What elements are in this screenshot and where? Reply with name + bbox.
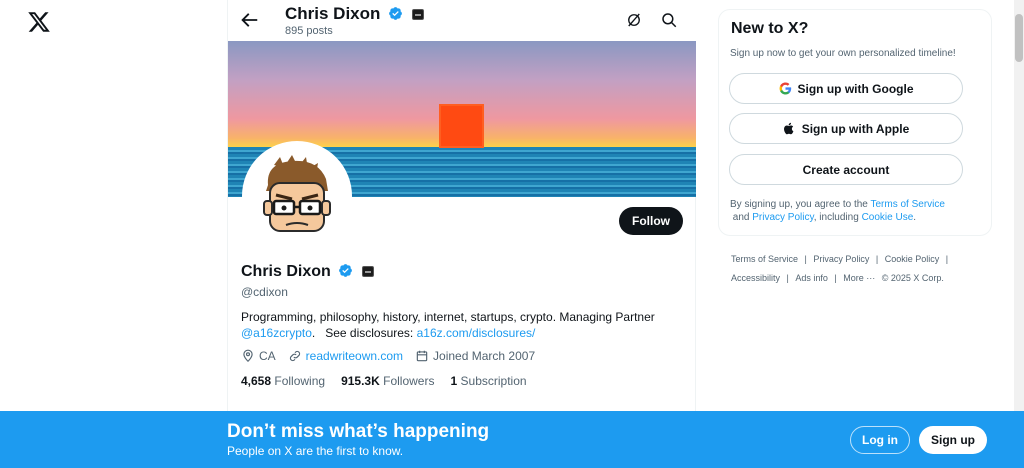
- profile-bio: Programming, philosophy, history, intern…: [241, 309, 681, 341]
- terms-and: and: [730, 212, 753, 223]
- profile-column: Chris Dixon 895 posts Follow Chris Dixon…: [227, 0, 696, 468]
- followers-count: 915.3K: [341, 374, 380, 388]
- link-icon: [289, 350, 300, 362]
- profile-handle: @cdixon: [241, 285, 288, 299]
- website-item[interactable]: readwriteown.com: [288, 349, 403, 363]
- login-button[interactable]: Log in: [850, 426, 910, 454]
- footer-more-link[interactable]: More ···: [843, 273, 875, 283]
- signup-terms: By signing up, you agree to the Terms of…: [730, 198, 982, 224]
- location-pin-icon: [243, 349, 253, 363]
- follow-button[interactable]: Follow: [619, 207, 683, 235]
- location-text: CA: [259, 349, 276, 363]
- footer-accessibility-link[interactable]: Accessibility: [731, 273, 780, 283]
- verified-badge-icon: [388, 6, 403, 21]
- create-account-button[interactable]: Create account: [729, 154, 963, 185]
- grok-icon[interactable]: [625, 11, 643, 29]
- subscription-count: 1: [450, 374, 458, 388]
- terms-link[interactable]: Terms of Service: [870, 199, 944, 210]
- subscription-stat[interactable]: 1 Subscription: [450, 374, 526, 388]
- signup-card: New to X? Sign up now to get your own pe…: [718, 9, 992, 236]
- profile-stats: 4,658 Following 915.3K Followers 1 Subsc…: [241, 374, 543, 388]
- apple-icon: [783, 122, 794, 135]
- footer-cookie-link[interactable]: Cookie Policy: [885, 254, 940, 264]
- scrollbar-thumb[interactable]: [1015, 14, 1023, 62]
- affiliate-badge-icon: [411, 9, 424, 20]
- verified-badge-icon: [338, 263, 353, 278]
- signup-apple-button[interactable]: Sign up with Apple: [729, 113, 963, 144]
- page-scrollbar[interactable]: [1014, 0, 1024, 411]
- followers-label: Followers: [383, 374, 435, 388]
- post-count: 895 posts: [285, 25, 333, 37]
- back-arrow-icon[interactable]: [238, 9, 260, 31]
- bottom-signup-bar: Don’t miss what’s happening People on X …: [0, 411, 1024, 468]
- website-link[interactable]: readwriteown.com: [306, 349, 403, 363]
- cookie-link[interactable]: Cookie Use: [862, 212, 914, 223]
- banner-sun-square: [439, 104, 484, 148]
- footer-links: Terms of Service | Privacy Policy | Cook…: [731, 254, 949, 283]
- avatar[interactable]: [242, 141, 352, 251]
- google-icon: [779, 82, 791, 95]
- signup-button[interactable]: Sign up: [919, 426, 987, 454]
- signup-card-subtitle: Sign up now to get your own personalized…: [730, 48, 956, 59]
- following-count: 4,658: [241, 374, 272, 388]
- bio-mention-link[interactable]: @a16zcrypto: [241, 326, 312, 340]
- footer-ads-link[interactable]: Ads info: [795, 273, 828, 283]
- terms-prefix: By signing up, you agree to the: [730, 199, 871, 210]
- signup-apple-label: Sign up with Apple: [801, 121, 910, 136]
- privacy-link[interactable]: Privacy Policy: [752, 212, 814, 223]
- create-account-label: Create account: [802, 162, 890, 177]
- location-item: CA: [241, 349, 276, 363]
- bio-disclosures-prefix: . See disclosures:: [311, 326, 417, 340]
- joined-text: Joined March 2007: [433, 349, 536, 363]
- bio-disclosures-link[interactable]: a16z.com/disclosures/: [417, 326, 536, 340]
- terms-including: , including: [813, 212, 862, 223]
- subscription-label: Subscription: [460, 374, 527, 388]
- profile-meta: CA readwriteown.com Joined March 2007: [241, 349, 547, 363]
- followers-stat[interactable]: 915.3K Followers: [341, 374, 434, 388]
- following-stat[interactable]: 4,658 Following: [241, 374, 325, 388]
- profile-name: Chris Dixon: [241, 263, 374, 281]
- bottom-bar-subtitle: People on X are the first to know.: [227, 444, 404, 458]
- header-name-text: Chris Dixon: [285, 4, 381, 23]
- following-label: Following: [274, 374, 326, 388]
- signup-google-button[interactable]: Sign up with Google: [729, 73, 963, 104]
- signup-google-label: Sign up with Google: [797, 81, 914, 96]
- joined-item: Joined March 2007: [415, 349, 535, 363]
- x-logo-icon[interactable]: [27, 10, 51, 34]
- footer-copyright: © 2025 X Corp.: [881, 273, 944, 283]
- affiliate-badge-icon[interactable]: [361, 266, 374, 277]
- profile-name-text: Chris Dixon: [241, 263, 331, 280]
- bio-text: Programming, philosophy, history, intern…: [241, 310, 655, 324]
- terms-end: .: [913, 212, 917, 223]
- search-icon[interactable]: [660, 11, 678, 29]
- calendar-icon: [416, 350, 428, 362]
- footer-terms-link[interactable]: Terms of Service: [731, 254, 798, 264]
- profile-header-bar: Chris Dixon 895 posts: [228, 0, 696, 41]
- signup-card-title: New to X?: [731, 20, 809, 37]
- header-profile-name: Chris Dixon: [285, 4, 424, 24]
- footer-privacy-link[interactable]: Privacy Policy: [813, 254, 869, 264]
- bottom-bar-title: Don’t miss what’s happening: [227, 421, 490, 442]
